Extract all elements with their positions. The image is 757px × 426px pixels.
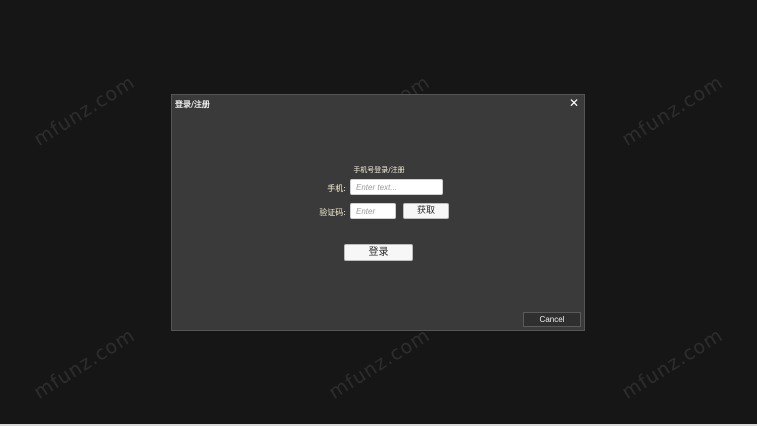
dialog-titlebar[interactable]: 登录/注册 ✕: [172, 95, 584, 113]
watermark: mfunz.com: [618, 71, 728, 151]
form-heading: 手机号登录/注册: [353, 166, 405, 174]
code-input[interactable]: [350, 203, 396, 219]
watermark: mfunz.com: [618, 324, 728, 404]
desktop-background: mfunz.com mfunz.com mfunz.com mfunz.com …: [0, 0, 757, 426]
watermark: mfunz.com: [325, 324, 435, 404]
login-button[interactable]: 登录: [344, 244, 413, 261]
watermark: mfunz.com: [30, 71, 140, 151]
cancel-button[interactable]: Cancel: [523, 312, 581, 327]
phone-label: 手机:: [327, 184, 346, 193]
close-icon[interactable]: ✕: [568, 97, 580, 109]
login-dialog: 登录/注册 ✕ 手机号登录/注册 手机: 验证码: 获取 登录 Cancel: [171, 94, 585, 331]
watermark: mfunz.com: [30, 324, 140, 404]
code-label: 验证码:: [319, 208, 346, 217]
dialog-title: 登录/注册: [175, 100, 210, 109]
get-code-button[interactable]: 获取: [403, 203, 449, 219]
phone-input[interactable]: [350, 179, 443, 195]
